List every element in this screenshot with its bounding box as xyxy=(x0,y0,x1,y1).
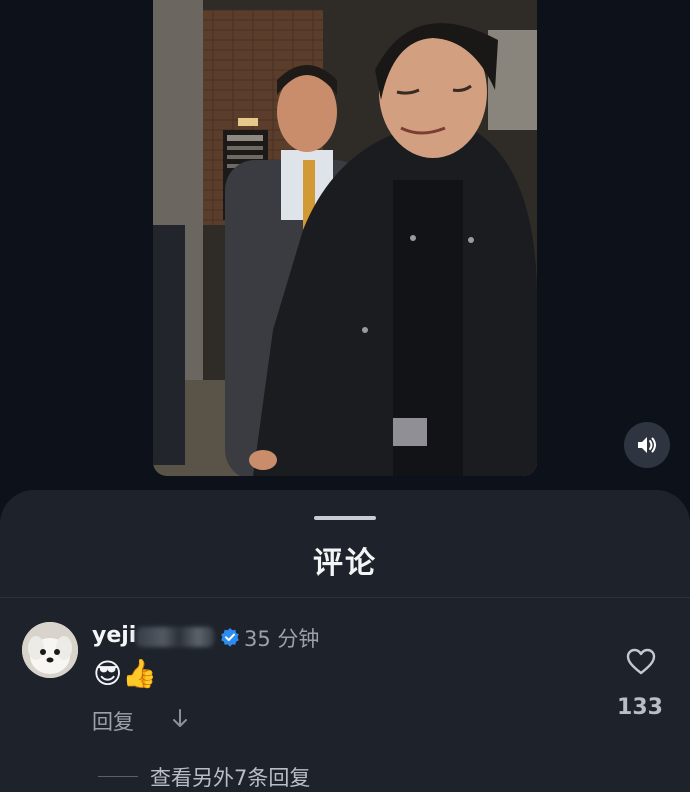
divider xyxy=(0,597,690,598)
sheet-drag-handle[interactable] xyxy=(314,516,376,520)
redacted-username-part xyxy=(136,627,214,647)
speaker-icon xyxy=(638,437,656,453)
comments-title: 评论 xyxy=(313,546,377,581)
comment-text: 😎👍 xyxy=(93,657,158,690)
sound-toggle-button[interactable] xyxy=(624,422,670,468)
like-count: 133 xyxy=(617,695,663,720)
user-avatar[interactable] xyxy=(22,622,78,678)
dog-avatar-icon xyxy=(22,622,78,678)
comment-timestamp: 35 分钟 xyxy=(244,627,320,651)
comment-username[interactable]: yeji xyxy=(92,623,136,648)
replies-connector-line xyxy=(98,776,138,777)
arrow-down-icon[interactable] xyxy=(170,707,190,731)
video-frame xyxy=(153,0,537,476)
view-more-replies-button[interactable]: 查看另外7条回复 xyxy=(150,762,310,792)
comments-sheet: 评论 yeji 35 分钟 😎👍 回复 133 查看另外7条回复 xyxy=(0,490,690,792)
verified-badge-icon xyxy=(221,628,239,647)
video-player[interactable] xyxy=(153,0,537,476)
reply-button[interactable]: 回复 xyxy=(92,706,134,736)
heart-icon[interactable] xyxy=(626,648,656,676)
